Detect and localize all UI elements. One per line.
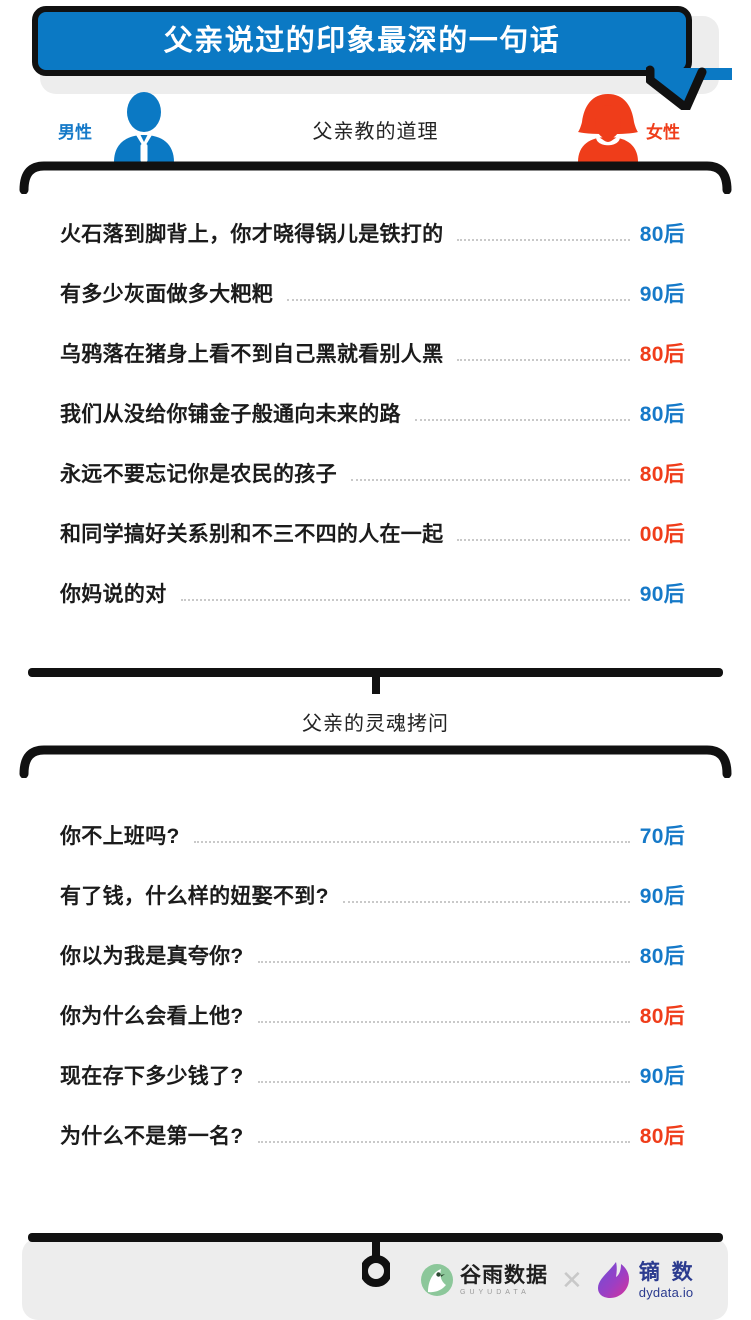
list-item[interactable]: 乌鸦落在猪身上看不到自己黑就看别人黑 80后 [60, 338, 685, 398]
bracket-top-section-1 [19, 161, 732, 194]
row-value: 80后 [639, 1125, 685, 1148]
row-leader [257, 1141, 630, 1143]
footer-ring-icon [362, 1238, 390, 1287]
row-text: 和同学搞好关系别和不三不四的人在一起 [60, 523, 444, 546]
section-divider-tick [372, 673, 380, 694]
dydata-name-en: dydata.io [638, 1284, 694, 1300]
row-leader [350, 479, 630, 481]
row-text: 你以为我是真夸你? [60, 945, 244, 968]
row-text: 为什么不是第一名? [60, 1125, 244, 1148]
row-leader [414, 419, 630, 421]
dydata-flame-icon [597, 1262, 629, 1298]
row-leader [342, 901, 630, 903]
row-value: 80后 [639, 223, 685, 246]
row-value: 90后 [639, 283, 685, 306]
row-value: 90后 [639, 885, 685, 908]
row-value: 90后 [639, 583, 685, 606]
row-value: 80后 [639, 343, 685, 366]
list-item[interactable]: 我们从没给你铺金子般通向未来的路 80后 [60, 398, 685, 458]
list-item[interactable]: 为什么不是第一名? 80后 [60, 1120, 685, 1180]
logo-separator-x-icon: ✕ [561, 1265, 583, 1295]
row-text: 你妈说的对 [60, 583, 167, 606]
row-value: 80后 [639, 1005, 685, 1028]
list-item[interactable]: 和同学搞好关系别和不三不四的人在一起 00后 [60, 518, 685, 578]
list-item[interactable]: 你妈说的对 90后 [60, 578, 685, 638]
footer-logos: 谷雨数据 GUYUDATA ✕ 镝 数 dydata.io [420, 1252, 696, 1308]
row-text: 你不上班吗? [60, 825, 180, 848]
list-item[interactable]: 有了钱，什么样的妞娶不到? 90后 [60, 880, 685, 940]
row-leader [457, 539, 630, 541]
list-item[interactable]: 永远不要忘记你是农民的孩子 80后 [60, 458, 685, 518]
row-leader [457, 359, 630, 361]
guyu-data-logo[interactable]: 谷雨数据 GUYUDATA [420, 1263, 548, 1297]
row-leader [257, 961, 630, 963]
list-item[interactable]: 火石落到脚背上，你才晓得锅儿是铁打的 80后 [60, 218, 685, 278]
row-value: 00后 [639, 523, 685, 546]
dydata-logo[interactable]: 镝 数 dydata.io [596, 1261, 696, 1299]
bracket-top-section-2 [19, 745, 732, 778]
guyu-name-cn: 谷雨数据 [460, 1263, 548, 1287]
row-text: 你为什么会看上他? [60, 1005, 244, 1028]
row-text: 永远不要忘记你是农民的孩子 [60, 463, 337, 486]
row-value: 70后 [639, 825, 685, 848]
row-value: 90后 [639, 1065, 685, 1088]
row-leader [193, 841, 630, 843]
list-item[interactable]: 现在存下多少钱了? 90后 [60, 1060, 685, 1120]
row-text: 乌鸦落在猪身上看不到自己黑就看别人黑 [60, 343, 444, 366]
row-leader [180, 599, 630, 601]
row-text: 有多少灰面做多大粑粑 [60, 283, 273, 306]
sayings-list-section-2: 你不上班吗? 70后 有了钱，什么样的妞娶不到? 90后 你以为我是真夸你? 8… [60, 820, 685, 1180]
sayings-list-section-1: 火石落到脚背上，你才晓得锅儿是铁打的 80后 有多少灰面做多大粑粑 90后 乌鸦… [60, 218, 685, 638]
row-text: 火石落到脚背上，你才晓得锅儿是铁打的 [60, 223, 444, 246]
row-leader [257, 1021, 630, 1023]
female-avatar-icon [578, 94, 638, 162]
dydata-text-block: 镝 数 dydata.io [639, 1262, 696, 1299]
section-caption-2: 父亲的灵魂拷问 [302, 713, 449, 735]
row-leader [457, 239, 630, 241]
page-title: 父亲说过的印象最深的一句话 [163, 24, 561, 57]
guyu-text-block: 谷雨数据 GUYUDATA [460, 1265, 548, 1296]
bubble-body: 父亲说过的印象最深的一句话 [32, 6, 692, 76]
guyu-name-en: GUYUDATA [460, 1288, 530, 1296]
list-item[interactable]: 你不上班吗? 70后 [60, 820, 685, 880]
row-value: 80后 [639, 463, 685, 486]
row-value: 80后 [639, 945, 685, 968]
legend-female-label: 女性 [646, 123, 680, 142]
guyu-bird-icon [421, 1264, 453, 1296]
list-item[interactable]: 你为什么会看上他? 80后 [60, 1000, 685, 1060]
dydata-name-cn: 镝 数 [638, 1260, 696, 1284]
gender-legend: 男性 父亲教的道理 女性 [0, 88, 751, 166]
row-text: 现在存下多少钱了? [60, 1065, 244, 1088]
list-item[interactable]: 你以为我是真夸你? 80后 [60, 940, 685, 1000]
row-leader [287, 299, 630, 301]
row-leader [257, 1081, 630, 1083]
row-value: 80后 [639, 403, 685, 426]
row-text: 有了钱，什么样的妞娶不到? [60, 885, 329, 908]
row-text: 我们从没给你铺金子般通向未来的路 [60, 403, 401, 426]
list-item[interactable]: 有多少灰面做多大粑粑 90后 [60, 278, 685, 338]
